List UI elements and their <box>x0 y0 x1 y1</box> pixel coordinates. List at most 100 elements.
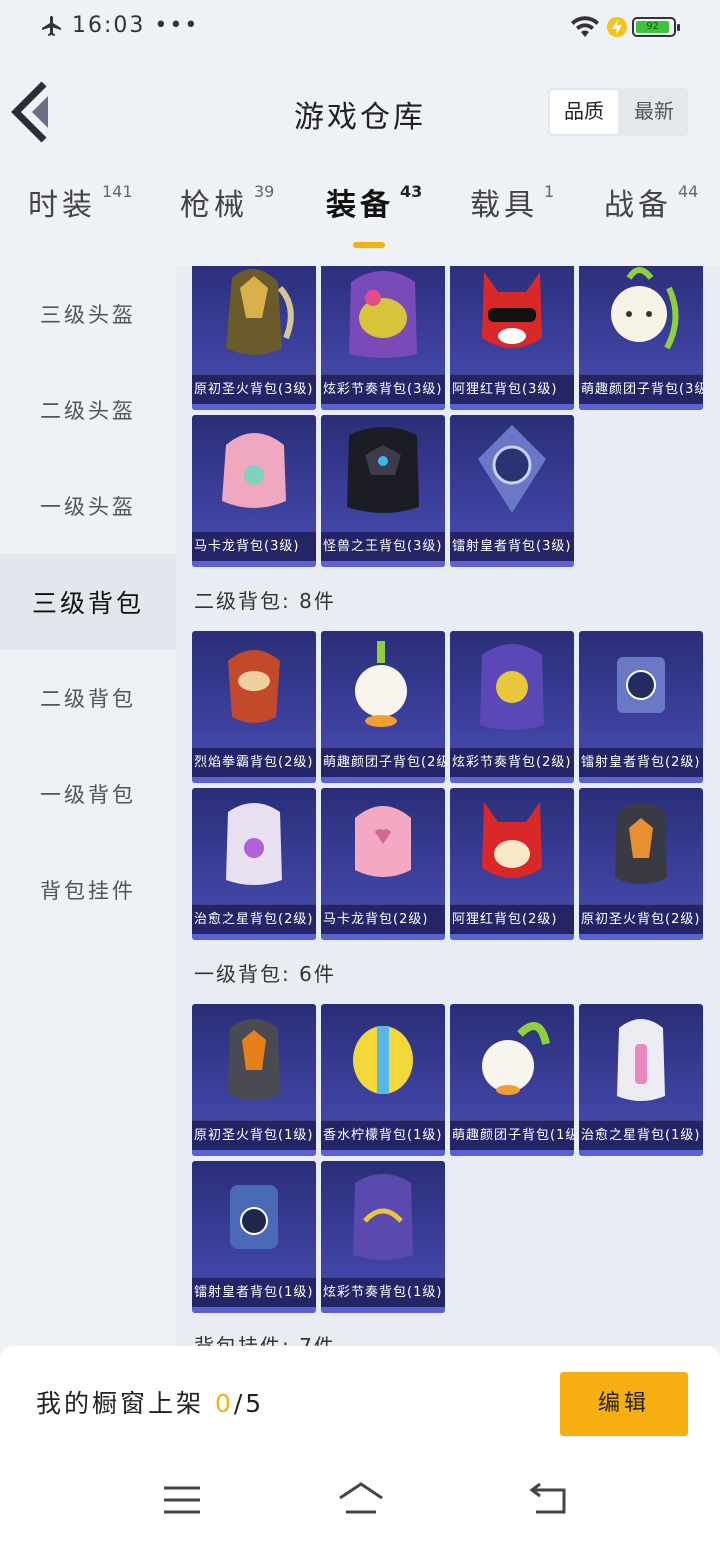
showcase-total-count: /5 <box>233 1389 265 1418</box>
sidebar-item-backpack-2[interactable]: 二级背包 <box>0 650 176 746</box>
item-card[interactable]: 炫彩节奏背包(1级) <box>321 1161 445 1313</box>
charging-icon <box>607 17 627 37</box>
item-card[interactable]: 怪兽之王背包(3级) <box>321 415 445 567</box>
wifi-icon <box>571 16 599 37</box>
item-card[interactable]: 香水柠檬背包(1级) <box>321 1004 445 1156</box>
item-row: 原初圣火背包(3级) 炫彩节奏背包(3级) 阿狸红背包(3级) 萌趣颜团子背包(… <box>192 266 703 410</box>
item-name: 治愈之星背包(2级) <box>192 904 316 934</box>
home-icon[interactable] <box>336 1480 386 1520</box>
item-name: 烈焰拳霸背包(2级) <box>192 747 316 777</box>
backpack-icon <box>349 271 417 358</box>
item-name: 炫彩节奏背包(3级) <box>321 374 445 404</box>
card-bar <box>192 934 316 940</box>
item-card[interactable]: 萌趣颜团子背包(2级) <box>321 631 445 783</box>
backpack-icon <box>482 802 542 878</box>
item-card[interactable]: 治愈之星背包(2级) <box>192 788 316 940</box>
item-card[interactable]: 阿狸红背包(2级) <box>450 788 574 940</box>
card-bar <box>579 934 703 940</box>
sidebar-item-helmet-2[interactable]: 二级头盔 <box>0 362 176 458</box>
item-name: 镭射皇者背包(1级) <box>192 1277 316 1307</box>
item-card[interactable]: 马卡龙背包(2级) <box>321 788 445 940</box>
item-card[interactable]: 原初圣火背包(3级) <box>192 266 316 410</box>
item-card[interactable]: 萌趣颜团子背包(3级) <box>579 266 703 410</box>
card-bar <box>450 1150 574 1156</box>
return-icon[interactable] <box>526 1480 570 1520</box>
item-card[interactable]: 萌趣颜团子背包(1级) <box>450 1004 574 1156</box>
sidebar-item-pendant[interactable]: 背包挂件 <box>0 842 176 938</box>
card-bar <box>192 777 316 783</box>
tab-label: 战备 <box>604 188 672 223</box>
card-bar <box>192 1150 316 1156</box>
item-card[interactable]: 马卡龙背包(3级) <box>192 415 316 567</box>
sidebar-item-helmet-3[interactable]: 三级头盔 <box>0 266 176 362</box>
backpack-icon <box>617 657 665 713</box>
tab-label: 时装 <box>28 188 96 223</box>
backpack-icon <box>478 425 546 513</box>
sort-newest-button[interactable]: 最新 <box>620 88 688 136</box>
item-name: 萌趣颜团子背包(3级) <box>579 374 703 404</box>
item-card[interactable]: 镭射皇者背包(3级) <box>450 415 574 567</box>
tab-weapons[interactable]: 枪械 39 <box>180 180 274 240</box>
sidebar-item-backpack-1[interactable]: 一级背包 <box>0 746 176 842</box>
item-name: 马卡龙背包(3级) <box>192 531 316 561</box>
tab-label: 枪械 <box>180 188 248 223</box>
item-name: 原初圣火背包(3级) <box>192 374 316 404</box>
tab-fashion[interactable]: 时装 141 <box>28 180 133 240</box>
backpack-icon <box>611 267 679 350</box>
tab-equipment[interactable]: 装备 43 <box>326 180 422 240</box>
showcase-bar: 我的橱窗上架 0/5 编辑 <box>0 1346 720 1456</box>
item-name: 阿狸红背包(2级) <box>450 904 574 934</box>
battery-level: 92 <box>636 21 670 33</box>
sidebar-item-backpack-3[interactable]: 三级背包 <box>0 554 176 650</box>
item-card[interactable]: 原初圣火背包(2级) <box>579 788 703 940</box>
card-bar <box>450 404 574 410</box>
edit-button[interactable]: 编辑 <box>560 1372 688 1436</box>
backpack-icon <box>230 1185 278 1249</box>
category-tabs: 时装 141 枪械 39 装备 43 载具 1 战备 44 <box>0 180 720 250</box>
item-name: 镭射皇者背包(3级) <box>450 531 574 561</box>
system-nav-bar <box>0 1456 720 1544</box>
item-name: 怪兽之王背包(3级) <box>321 531 445 561</box>
card-bar <box>321 1150 445 1156</box>
item-card[interactable]: 阿狸红背包(3级) <box>450 266 574 410</box>
card-bar <box>321 561 445 567</box>
backpack-icon <box>228 650 280 723</box>
sidebar: 三级头盔 二级头盔 一级头盔 三级背包 二级背包 一级背包 背包挂件 <box>0 266 176 1346</box>
item-card[interactable]: 炫彩节奏背包(2级) <box>450 631 574 783</box>
item-card[interactable]: 治愈之星背包(1级) <box>579 1004 703 1156</box>
item-card[interactable]: 原初圣火背包(1级) <box>192 1004 316 1156</box>
sort-quality-button[interactable]: 品质 <box>550 90 618 134</box>
backpack-icon <box>347 427 419 513</box>
item-card[interactable]: 烈焰拳霸背包(2级) <box>192 631 316 783</box>
item-name: 炫彩节奏背包(1级) <box>321 1277 445 1307</box>
card-bar <box>192 1307 316 1313</box>
item-list[interactable]: 原初圣火背包(3级) 炫彩节奏背包(3级) 阿狸红背包(3级) 萌趣颜团子背包(… <box>176 266 720 1346</box>
item-name: 原初圣火背包(2级) <box>579 904 703 934</box>
card-bar <box>450 777 574 783</box>
card-bar <box>321 934 445 940</box>
item-card[interactable]: 镭射皇者背包(1级) <box>192 1161 316 1313</box>
sort-toggle: 品质 最新 <box>548 88 688 136</box>
item-name: 治愈之星背包(1级) <box>579 1120 703 1150</box>
item-row: 马卡龙背包(3级) 怪兽之王背包(3级) 镭射皇者背包(3级) <box>192 415 574 567</box>
tab-vehicles[interactable]: 载具 1 <box>470 180 554 240</box>
item-name: 阿狸红背包(3级) <box>450 374 574 404</box>
item-row: 镭射皇者背包(1级) 炫彩节奏背包(1级) <box>192 1161 445 1313</box>
item-name: 马卡龙背包(2级) <box>321 904 445 934</box>
menu-icon[interactable] <box>160 1480 204 1520</box>
card-bar <box>579 777 703 783</box>
backpack-icon <box>222 433 286 508</box>
backpack-icon <box>226 803 282 885</box>
tab-count: 1 <box>544 182 555 201</box>
tab-supplies[interactable]: 战备 44 <box>604 180 698 240</box>
battery-icon: 92 <box>632 17 680 37</box>
item-card[interactable]: 镭射皇者背包(2级) <box>579 631 703 783</box>
backpack-icon <box>617 1019 665 1101</box>
tab-count: 43 <box>400 182 423 201</box>
backpack-icon <box>228 1019 280 1100</box>
item-card[interactable]: 炫彩节奏背包(3级) <box>321 266 445 410</box>
tab-count: 141 <box>102 182 133 201</box>
tab-count: 44 <box>678 182 699 201</box>
item-row: 原初圣火背包(1级) 香水柠檬背包(1级) 萌趣颜团子背包(1级) 治愈之星背包… <box>192 1004 703 1156</box>
sidebar-item-helmet-1[interactable]: 一级头盔 <box>0 458 176 554</box>
